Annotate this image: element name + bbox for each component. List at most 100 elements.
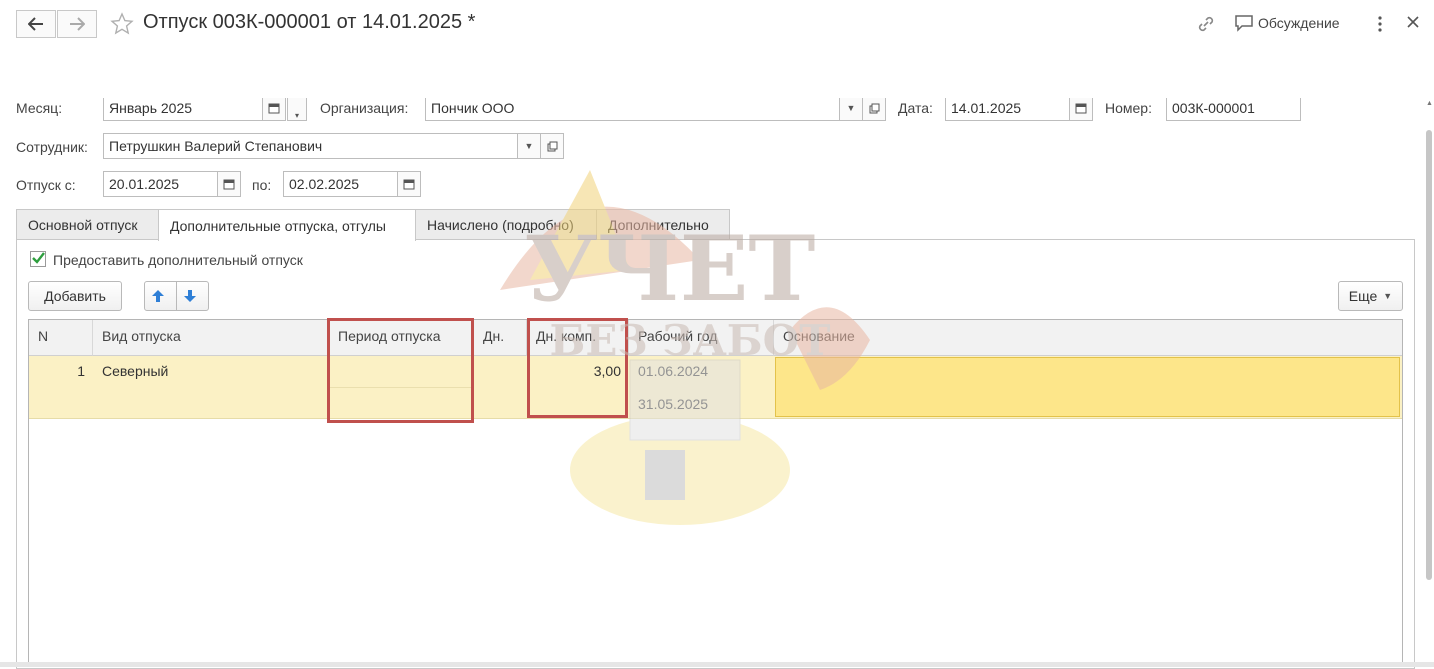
column-header-days[interactable]: Дн. bbox=[474, 320, 527, 356]
create-based-on-label: Создать на основании bbox=[665, 69, 812, 85]
calendar-icon bbox=[1075, 103, 1087, 114]
dropdown-arrow-icon: ▼ bbox=[817, 72, 827, 82]
panel-more-button[interactable]: Еще ▼ bbox=[1338, 281, 1403, 311]
print-label: Печать bbox=[891, 69, 938, 85]
dropdown-arrow-icon: ▼ bbox=[846, 103, 856, 113]
column-header-n[interactable]: N bbox=[29, 320, 93, 356]
dropdown-arrow-icon: ▼ bbox=[943, 72, 952, 82]
month-spin-button[interactable]: ▾ bbox=[287, 95, 307, 121]
date-calendar-button[interactable] bbox=[1069, 95, 1093, 121]
attach-button[interactable] bbox=[607, 62, 641, 92]
work-year-end-cell[interactable]: 31.05.2025 bbox=[638, 396, 708, 412]
vacation-type-cell[interactable]: Северный bbox=[102, 363, 168, 379]
more-label: Еще bbox=[1317, 69, 1346, 85]
document-title: Отпуск 003К-000001 от 14.01.2025 * bbox=[143, 11, 476, 33]
month-label: Месяц: bbox=[16, 100, 63, 116]
tab-additional[interactable]: Дополнительно bbox=[596, 209, 730, 240]
forward-button[interactable] bbox=[57, 10, 97, 38]
employee-field[interactable]: Петрушкин Валерий Степанович bbox=[103, 133, 518, 159]
bottom-edge bbox=[0, 662, 1434, 667]
create-based-on-button[interactable]: Создать на основании ▼ bbox=[651, 62, 841, 92]
move-down-button[interactable] bbox=[176, 281, 209, 311]
pay-icon bbox=[448, 69, 463, 85]
arrow-left-icon bbox=[28, 17, 43, 31]
organization-label: Организация: bbox=[320, 100, 409, 116]
post-button[interactable]: Провести bbox=[317, 62, 411, 92]
column-header-type[interactable]: Вид отпуска bbox=[93, 320, 329, 356]
scrollbar-thumb[interactable] bbox=[1426, 130, 1432, 580]
save-button[interactable]: Записать bbox=[203, 62, 295, 92]
documents-button[interactable] bbox=[565, 62, 599, 92]
discussion-button[interactable]: Обсуждение bbox=[1234, 14, 1340, 32]
add-button[interactable]: Добавить bbox=[28, 281, 122, 311]
employee-open-button[interactable] bbox=[540, 133, 564, 159]
calendar-icon bbox=[403, 179, 415, 190]
more-button[interactable]: Еще ▼ bbox=[1307, 62, 1371, 92]
work-year-start-cell[interactable]: 01.06.2024 bbox=[638, 363, 708, 379]
close-button[interactable] bbox=[1405, 14, 1421, 30]
vacation-from-field[interactable]: 20.01.2025 bbox=[103, 171, 218, 197]
organization-dropdown-button[interactable]: ▼ bbox=[839, 95, 863, 121]
additional-vacation-label: Предоставить дополнительный отпуск bbox=[53, 252, 303, 268]
tab-additional-vacations[interactable]: Дополнительные отпуска, отгулы bbox=[158, 209, 416, 241]
arrow-up-icon bbox=[151, 290, 164, 302]
spin-down-icon: ▾ bbox=[294, 110, 299, 120]
arrow-down-icon bbox=[183, 290, 196, 302]
pay-label: Выплатить bbox=[468, 69, 540, 85]
pay-button[interactable]: Выплатить bbox=[433, 62, 553, 92]
link-icon bbox=[1198, 16, 1214, 32]
print-button[interactable]: Печать ▼ bbox=[863, 62, 963, 92]
printer-icon bbox=[874, 72, 885, 82]
close-icon bbox=[1407, 16, 1419, 28]
discussion-label: Обсуждение bbox=[1258, 15, 1340, 31]
back-button[interactable] bbox=[16, 10, 56, 38]
open-icon bbox=[547, 141, 557, 151]
date-field[interactable]: 14.01.2025 bbox=[945, 95, 1070, 121]
panel-more-label: Еще bbox=[1348, 288, 1378, 304]
tab-accrued-detailed[interactable]: Начислено (подробно) bbox=[415, 209, 597, 240]
link-button[interactable] bbox=[1196, 14, 1216, 34]
column-header-basis[interactable]: Основание bbox=[774, 320, 1402, 356]
comp-days-highlight-box bbox=[527, 318, 628, 418]
date-label: Дата: bbox=[898, 100, 933, 116]
vacation-from-label: Отпуск с: bbox=[16, 177, 76, 193]
number-label: Номер: bbox=[1105, 100, 1152, 116]
menu-button[interactable] bbox=[1374, 14, 1386, 34]
from-calendar-button[interactable] bbox=[217, 171, 241, 197]
help-button[interactable]: ? bbox=[1382, 62, 1415, 92]
basis-cell[interactable] bbox=[775, 357, 1400, 417]
dropdown-arrow-icon: ▼ bbox=[1351, 72, 1361, 82]
period-highlight-box bbox=[327, 318, 474, 423]
dropdown-arrow-icon: ▼ bbox=[524, 141, 534, 151]
column-header-work-year[interactable]: Рабочий год bbox=[629, 320, 774, 356]
calendar-icon bbox=[268, 103, 280, 114]
star-icon[interactable] bbox=[110, 12, 134, 36]
calendar-icon bbox=[223, 179, 235, 190]
move-up-button[interactable] bbox=[144, 281, 177, 311]
organization-open-button[interactable] bbox=[862, 95, 886, 121]
employee-label: Сотрудник: bbox=[16, 139, 88, 155]
chat-icon bbox=[1235, 15, 1253, 32]
paperclip-icon bbox=[615, 70, 628, 84]
vacation-to-field[interactable]: 02.02.2025 bbox=[283, 171, 398, 197]
number-field[interactable]: 003К-000001 bbox=[1166, 95, 1301, 121]
row-number: 1 bbox=[77, 363, 85, 379]
organization-field[interactable]: Пончик ООО bbox=[425, 95, 840, 121]
arrow-right-icon bbox=[70, 17, 85, 31]
open-icon bbox=[869, 103, 879, 113]
scroll-up-icon[interactable]: ▲ bbox=[1426, 100, 1433, 108]
to-calendar-button[interactable] bbox=[397, 171, 421, 197]
post-and-close-button[interactable]: Провести и закрыть bbox=[16, 62, 193, 92]
dropdown-arrow-icon: ▼ bbox=[1383, 291, 1393, 301]
employee-dropdown-button[interactable]: ▼ bbox=[517, 133, 541, 159]
month-field[interactable]: Январь 2025 bbox=[103, 95, 263, 121]
month-calendar-button[interactable] bbox=[262, 95, 286, 121]
table-row[interactable]: 1 Северный 3,00 01.06.2024 31.05.2025 bbox=[29, 356, 1402, 419]
list-document-icon bbox=[572, 68, 586, 86]
vacations-table[interactable]: N Вид отпуска Период отпуска Дн. Дн. ком… bbox=[28, 319, 1403, 664]
additional-vacation-checkbox[interactable] bbox=[30, 251, 46, 267]
vertical-scrollbar[interactable]: ▲ bbox=[1424, 100, 1434, 660]
more-vertical-icon bbox=[1378, 16, 1382, 32]
vacation-to-label: по: bbox=[252, 177, 272, 193]
tab-main-vacation[interactable]: Основной отпуск bbox=[16, 209, 159, 240]
